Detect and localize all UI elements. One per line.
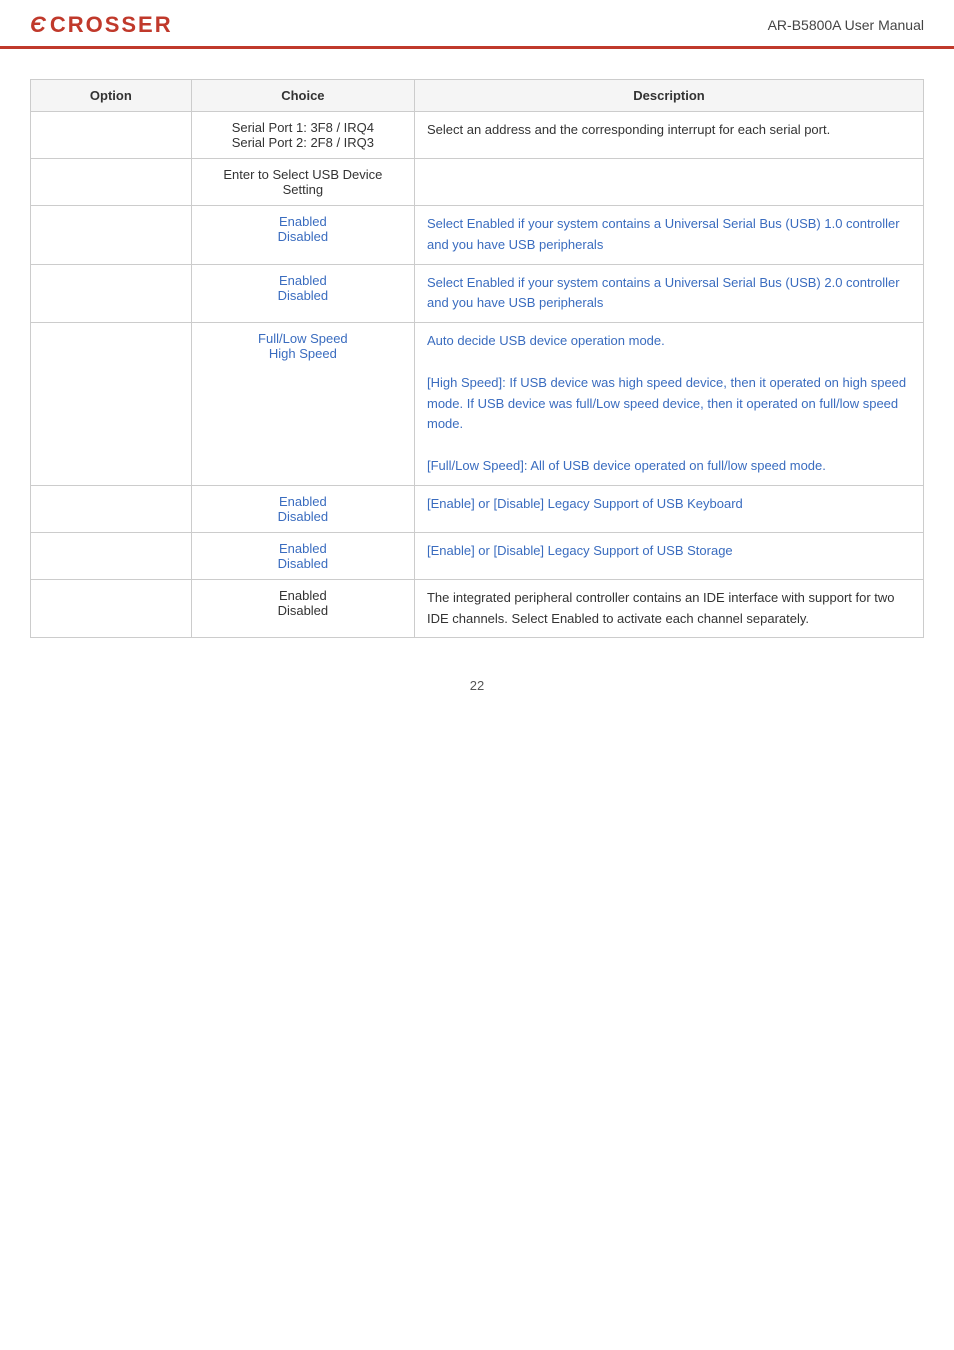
table-row: Enabled Disabled [Enable] or [Disable] L…	[31, 485, 924, 532]
choice-disabled: Disabled	[204, 288, 402, 303]
description-cell	[414, 159, 923, 206]
page-number: 22	[470, 678, 484, 693]
document-title: AR-B5800A User Manual	[768, 17, 924, 33]
description-text: [Enable] or [Disable] Legacy Support of …	[427, 496, 743, 511]
choice-cell: Enabled Disabled	[191, 579, 414, 638]
table-row: Enabled Disabled Select Enabled if your …	[31, 206, 924, 265]
table-row: Enabled Disabled Select Enabled if your …	[31, 264, 924, 323]
option-cell	[31, 485, 192, 532]
description-cell: Select Enabled if your system contains a…	[414, 264, 923, 323]
description-cell: [Enable] or [Disable] Legacy Support of …	[414, 485, 923, 532]
col-choice: Choice	[191, 80, 414, 112]
choice-item: Serial Port 1: 3F8 / IRQ4	[204, 120, 402, 135]
choice-enabled: Enabled	[204, 214, 402, 229]
choice-disabled: Disabled	[204, 229, 402, 244]
option-cell	[31, 264, 192, 323]
choice-cell: Enter to Select USB Device Setting	[191, 159, 414, 206]
description-cell: Select Enabled if your system contains a…	[414, 206, 923, 265]
description-text: Auto decide USB device operation mode. […	[427, 331, 911, 477]
page-header: Є CROSSER AR-B5800A User Manual	[0, 0, 954, 49]
table-row: Enabled Disabled The integrated peripher…	[31, 579, 924, 638]
choice-enabled: Enabled	[204, 541, 402, 556]
choice-cell: Enabled Disabled	[191, 532, 414, 579]
description-text: Select Enabled if your system contains a…	[427, 216, 900, 252]
description-cell: [Enable] or [Disable] Legacy Support of …	[414, 532, 923, 579]
table-row: Enabled Disabled [Enable] or [Disable] L…	[31, 532, 924, 579]
option-cell	[31, 579, 192, 638]
logo-text: CROSSER	[50, 12, 173, 38]
choice-cell: Full/Low Speed High Speed	[191, 323, 414, 486]
description-text: Select an address and the corresponding …	[427, 122, 830, 137]
logo-icon: Є	[30, 12, 46, 38]
option-cell	[31, 206, 192, 265]
choice-enabled: Enabled	[204, 273, 402, 288]
description-cell: Auto decide USB device operation mode. […	[414, 323, 923, 486]
description-text: Select Enabled if your system contains a…	[427, 275, 900, 311]
table-row: Full/Low Speed High Speed Auto decide US…	[31, 323, 924, 486]
option-cell	[31, 532, 192, 579]
choice-cell: Enabled Disabled	[191, 264, 414, 323]
description-text: [Enable] or [Disable] Legacy Support of …	[427, 543, 733, 558]
choice-disabled: Disabled	[204, 556, 402, 571]
description-cell: The integrated peripheral controller con…	[414, 579, 923, 638]
choice-cell: Enabled Disabled	[191, 206, 414, 265]
choice-item: Enter to Select USB Device Setting	[204, 167, 402, 197]
table-row: Serial Port 1: 3F8 / IRQ4 Serial Port 2:…	[31, 112, 924, 159]
choice-disabled: Disabled	[204, 509, 402, 524]
choice-disabled: Disabled	[204, 603, 402, 618]
choice-high-speed: High Speed	[204, 346, 402, 361]
page-footer: 22	[0, 658, 954, 713]
main-content: Option Choice Description Serial Port 1:…	[0, 49, 954, 658]
option-cell	[31, 112, 192, 159]
option-cell	[31, 323, 192, 486]
description-text: The integrated peripheral controller con…	[427, 590, 895, 626]
options-table: Option Choice Description Serial Port 1:…	[30, 79, 924, 638]
logo: Є CROSSER	[30, 12, 173, 38]
option-cell	[31, 159, 192, 206]
description-cell: Select an address and the corresponding …	[414, 112, 923, 159]
choice-cell: Enabled Disabled	[191, 485, 414, 532]
table-header-row: Option Choice Description	[31, 80, 924, 112]
col-description: Description	[414, 80, 923, 112]
choice-item: Serial Port 2: 2F8 / IRQ3	[204, 135, 402, 150]
choice-enabled: Enabled	[204, 588, 402, 603]
table-row: Enter to Select USB Device Setting	[31, 159, 924, 206]
col-option: Option	[31, 80, 192, 112]
choice-cell: Serial Port 1: 3F8 / IRQ4 Serial Port 2:…	[191, 112, 414, 159]
choice-enabled: Enabled	[204, 494, 402, 509]
choice-full-low-speed: Full/Low Speed	[204, 331, 402, 346]
